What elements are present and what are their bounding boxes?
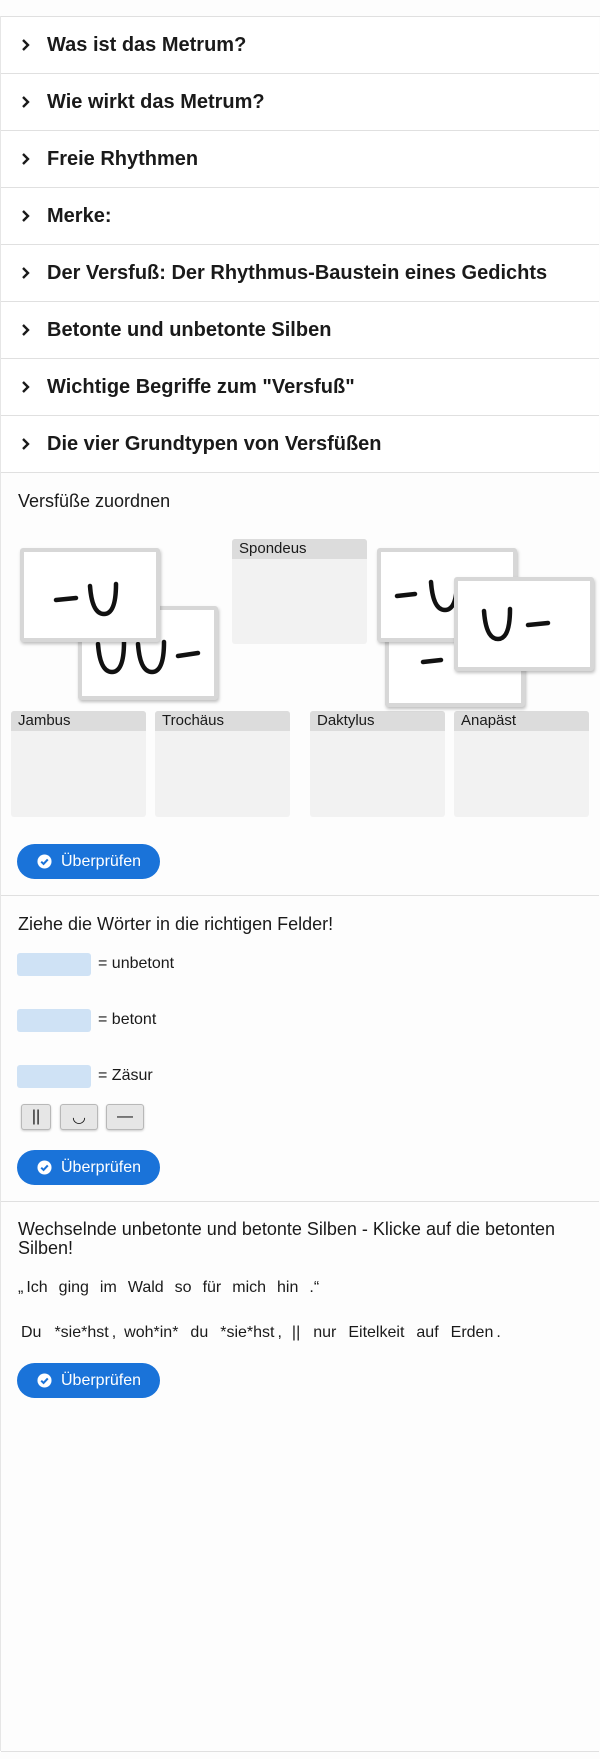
draggable-token-zaesur[interactable]: || bbox=[21, 1104, 51, 1130]
accordion-item-label: Freie Rhythmen bbox=[47, 147, 199, 170]
selectable-word[interactable]: mich bbox=[232, 1279, 266, 1297]
accordion-item-betonte-silben[interactable]: Betonte und unbetonte Silben bbox=[1, 302, 599, 359]
accordion-item-label: Was ist das Metrum? bbox=[47, 33, 247, 56]
chevron-right-icon bbox=[19, 266, 33, 280]
slot-label: = Zäsur bbox=[98, 1067, 153, 1084]
drop-zone-trochaeus[interactable]: Trochäus bbox=[155, 711, 290, 817]
check-circle-icon bbox=[37, 1160, 52, 1175]
selectable-word[interactable]: *sie*hst bbox=[220, 1324, 274, 1342]
accordion-item-der-versfuss[interactable]: Der Versfuß: Der Rhythmus-Baustein eines… bbox=[1, 245, 599, 302]
accordion-item-label: Der Versfuß: Der Rhythmus-Baustein eines… bbox=[47, 261, 548, 284]
accordion-item-freie-rhythmen[interactable]: Freie Rhythmen bbox=[1, 131, 599, 188]
chevron-right-icon bbox=[19, 323, 33, 337]
meter-symbol bbox=[53, 581, 119, 617]
draggable-card[interactable] bbox=[454, 577, 594, 671]
verse-line-1: „ Ich ging im Wald so für mich hin .“ bbox=[18, 1279, 330, 1297]
chevron-right-icon bbox=[19, 209, 33, 223]
selectable-word[interactable]: für bbox=[203, 1279, 222, 1297]
drop-slot-zaesur[interactable] bbox=[17, 1065, 91, 1088]
selectable-word[interactable]: Erden bbox=[451, 1324, 494, 1342]
accordion-item-label: Merke: bbox=[47, 204, 112, 227]
slot-label: = betont bbox=[98, 1011, 157, 1028]
accordion-item-wie-wirkt-das-metrum[interactable]: Wie wirkt das Metrum? bbox=[1, 74, 599, 131]
meter-symbol bbox=[481, 606, 551, 642]
chevron-right-icon bbox=[19, 95, 33, 109]
drop-zone-label: Spondeus bbox=[232, 539, 367, 559]
selectable-word[interactable]: Eitelkeit bbox=[348, 1324, 404, 1342]
chevron-right-icon bbox=[19, 437, 33, 451]
check-button-label: Überprüfen bbox=[61, 1371, 142, 1389]
accordion-item-wichtige-begriffe[interactable]: Wichtige Begriffe zum "Versfuß" bbox=[1, 359, 599, 416]
page: Was ist das Metrum? Wie wirkt das Metrum… bbox=[0, 0, 600, 1759]
drop-zone-label: Jambus bbox=[11, 711, 146, 731]
drop-zone-label: Trochäus bbox=[155, 711, 290, 731]
caesura-mark: || bbox=[291, 1324, 301, 1341]
quote-close: .“ bbox=[309, 1279, 320, 1296]
section-divider bbox=[1, 1751, 599, 1752]
accordion-item-label: Die vier Grundtypen von Versfüßen bbox=[47, 432, 382, 455]
fill-task-title: Ziehe die Wörter in die richtigen Felder… bbox=[18, 914, 334, 934]
check-button[interactable]: Überprüfen bbox=[17, 844, 160, 879]
drop-zone-jambus[interactable]: Jambus bbox=[11, 711, 146, 817]
check-button-label: Überprüfen bbox=[61, 1158, 142, 1176]
verse-line-2: Du *sie*hst , woh*in* du *sie*hst , || n… bbox=[21, 1324, 512, 1342]
draggable-card[interactable] bbox=[20, 548, 160, 642]
check-button-label: Überprüfen bbox=[61, 852, 142, 870]
selectable-word[interactable]: im bbox=[100, 1279, 117, 1297]
drop-slot-unbetont[interactable] bbox=[17, 953, 91, 976]
selectable-word[interactable]: Wald bbox=[128, 1279, 164, 1297]
draggable-token-betont[interactable]: — bbox=[106, 1104, 144, 1130]
chevron-right-icon bbox=[19, 152, 33, 166]
punctuation: , bbox=[277, 1324, 282, 1341]
accordion-item-label: Wie wirkt das Metrum? bbox=[47, 90, 265, 113]
accordion-item-grundtypen[interactable]: Die vier Grundtypen von Versfüßen bbox=[1, 416, 599, 473]
accordion-item-was-ist-das-metrum[interactable]: Was ist das Metrum? bbox=[1, 17, 599, 74]
selectable-word[interactable]: Ich bbox=[26, 1279, 47, 1297]
selectable-word[interactable]: *sie*hst bbox=[54, 1324, 108, 1342]
accordion-item-merke[interactable]: Merke: bbox=[1, 188, 599, 245]
draggable-token-unbetont[interactable]: ◡ bbox=[60, 1104, 98, 1130]
drop-zone-spondeus[interactable]: Spondeus bbox=[232, 539, 367, 644]
drop-zone-anapaest[interactable]: Anapäst bbox=[454, 711, 589, 817]
selectable-word[interactable]: hin bbox=[277, 1279, 298, 1297]
mark-task-title: Wechselnde unbetonte und betonte Silben … bbox=[18, 1219, 556, 1258]
accordion-item-label: Wichtige Begriffe zum "Versfuß" bbox=[47, 375, 355, 398]
accordion-item-label: Betonte und unbetonte Silben bbox=[47, 318, 332, 341]
drag-task-title: Versfüße zuordnen bbox=[18, 491, 171, 511]
chevron-right-icon bbox=[19, 380, 33, 394]
accordion: Was ist das Metrum? Wie wirkt das Metrum… bbox=[1, 17, 599, 473]
selectable-word[interactable]: ging bbox=[59, 1279, 89, 1297]
drop-zone-label: Daktylus bbox=[310, 711, 445, 731]
check-button[interactable]: Überprüfen bbox=[17, 1150, 160, 1185]
chevron-right-icon bbox=[19, 38, 33, 52]
selectable-word[interactable]: nur bbox=[313, 1324, 336, 1342]
drop-zone-label: Anapäst bbox=[454, 711, 589, 731]
section-divider bbox=[1, 1201, 599, 1202]
punctuation: , bbox=[111, 1324, 117, 1341]
drop-slot-betont[interactable] bbox=[17, 1009, 91, 1032]
selectable-word[interactable]: woh*in* bbox=[124, 1324, 178, 1342]
check-button[interactable]: Überprüfen bbox=[17, 1363, 160, 1398]
selectable-word[interactable]: auf bbox=[416, 1324, 438, 1342]
section-divider bbox=[1, 895, 599, 896]
drop-zone-daktylus[interactable]: Daktylus bbox=[310, 711, 445, 817]
check-circle-icon bbox=[37, 854, 52, 869]
quote-open: „ bbox=[18, 1279, 24, 1296]
top-bar bbox=[0, 0, 600, 17]
selectable-word[interactable]: Du bbox=[21, 1324, 41, 1342]
selectable-word[interactable]: so bbox=[175, 1279, 192, 1297]
slot-label: = unbetont bbox=[98, 955, 175, 972]
check-circle-icon bbox=[37, 1373, 52, 1388]
punctuation: . bbox=[496, 1324, 501, 1341]
selectable-word[interactable]: du bbox=[190, 1324, 208, 1342]
